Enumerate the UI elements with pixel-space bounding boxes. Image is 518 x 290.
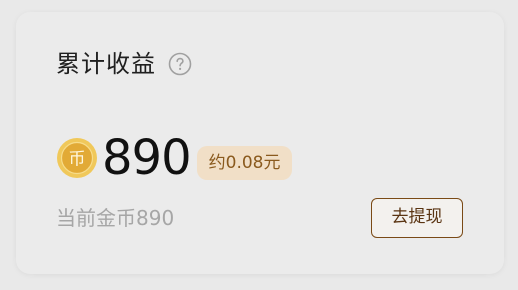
question-circle-icon[interactable] (168, 52, 192, 76)
coin-icon: 币 (56, 137, 98, 179)
withdraw-button[interactable]: 去提现 (371, 198, 463, 238)
svg-text:币: 币 (69, 150, 86, 170)
earnings-amount: 890 (102, 130, 192, 186)
card-title: 累计收益 (56, 50, 156, 78)
earnings-card: 累计收益 币 890 约0.08元 当前金币890 去提现 (16, 12, 504, 274)
amount-row: 币 890 约0.08元 (56, 126, 293, 190)
approx-value-badge: 约0.08元 (196, 146, 293, 180)
current-coin-balance: 当前金币890 (56, 206, 175, 230)
title-row: 累计收益 (56, 48, 192, 80)
